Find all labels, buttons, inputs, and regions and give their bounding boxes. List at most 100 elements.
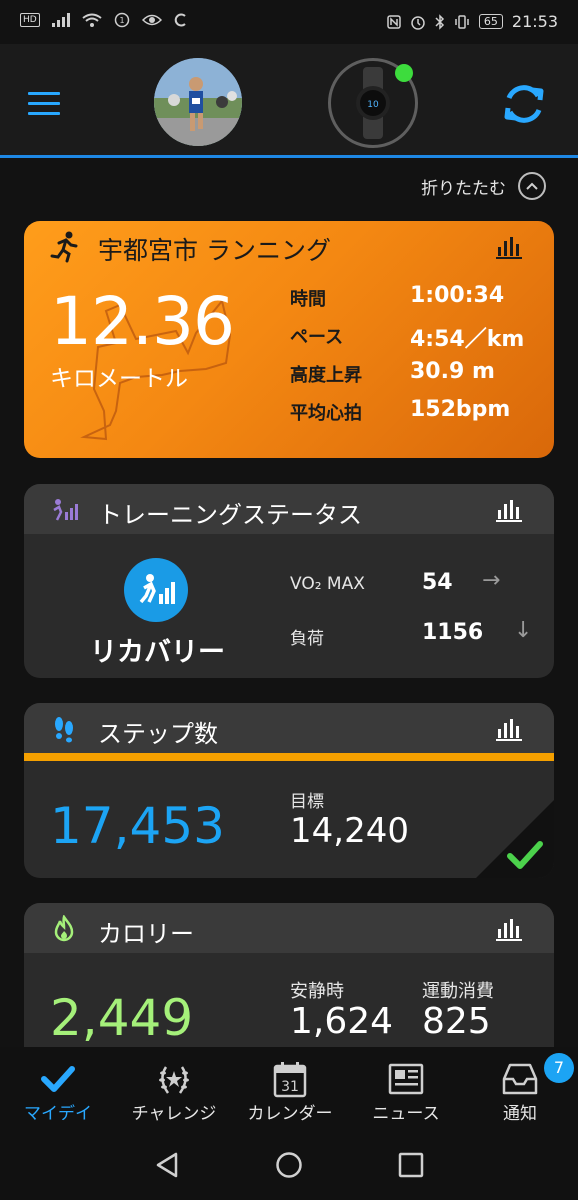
status-bar-right: 65 21:53 <box>387 12 558 31</box>
training-status-label: リカバリー <box>90 637 225 668</box>
collapse-button[interactable]: 折りたたむ <box>421 172 546 200</box>
activity-card-running[interactable]: 宇都宮市 ランニング 12.36 キロメートル 時間 1:00:34 ペース 4… <box>24 221 554 458</box>
menu-button[interactable] <box>28 92 62 116</box>
status-bar-left: HD 1 <box>20 12 188 28</box>
wifi-icon <box>82 13 102 27</box>
notification-badge: 7 <box>544 1053 574 1083</box>
tab-label: 通知 <box>503 1104 537 1124</box>
hamburger-menu-icon <box>28 92 60 95</box>
calendar-icon: 31 <box>273 1062 307 1098</box>
sync-icon <box>504 85 544 123</box>
collapse-label: 折りたたむ <box>421 178 506 199</box>
distance-value: 12.36 <box>50 283 235 360</box>
active-calories-label: 運動消費 <box>422 981 494 1002</box>
battery-indicator: 65 <box>478 14 503 29</box>
resting-calories-label: 安静時 <box>290 981 344 1002</box>
stat-label: ペース <box>290 327 344 348</box>
inbox-icon <box>502 1063 538 1095</box>
stat-value: 152bpm <box>410 397 511 422</box>
stat-elevation: 高度上昇 30.9 m <box>290 359 540 389</box>
arrow-right-icon: → <box>482 568 501 593</box>
svg-text:10: 10 <box>367 100 379 110</box>
card-header: トレーニングステータス <box>24 484 554 534</box>
arrow-down-icon: ↓ <box>514 618 533 643</box>
hd-indicator: HD <box>20 13 40 27</box>
training-status-card[interactable]: トレーニングステータス リカバリー VO₂ MAX 54 → 負荷 1156 ↓ <box>24 484 554 678</box>
stat-label: 時間 <box>290 289 326 310</box>
chart-icon[interactable] <box>496 498 522 522</box>
goal-achieved-check-icon <box>476 800 554 878</box>
tab-calendar[interactable]: 31 カレンダー <box>232 1047 348 1130</box>
data-saver-icon: 1 <box>114 12 129 28</box>
laurel-icon <box>159 1066 189 1094</box>
tab-label: チャレンジ <box>131 1104 217 1124</box>
card-title: トレーニングステータス <box>98 501 362 529</box>
header-divider <box>0 155 578 158</box>
flame-icon <box>54 915 74 942</box>
chart-icon[interactable] <box>496 917 522 941</box>
nfc-icon <box>387 14 401 29</box>
sync-button[interactable] <box>498 78 550 130</box>
tab-my-day[interactable]: マイデイ <box>0 1047 116 1130</box>
vibrate-icon <box>455 14 469 29</box>
card-title: ステップ数 <box>98 720 218 748</box>
vo2max-value: 54 <box>422 570 453 595</box>
tab-label: ニュース <box>372 1104 440 1124</box>
signal-icon <box>51 13 70 27</box>
back-icon[interactable] <box>152 1150 182 1180</box>
load-label: 負荷 <box>290 629 324 649</box>
stat-label: 平均心拍 <box>290 403 362 424</box>
vo2max-label: VO₂ MAX <box>290 574 365 594</box>
chevron-up-icon <box>518 172 546 200</box>
calendar-day: 31 <box>281 1079 299 1095</box>
tab-challenges[interactable]: チャレンジ <box>116 1047 232 1130</box>
active-calories-value: 825 <box>422 1001 491 1042</box>
checkmark-icon <box>41 1066 75 1092</box>
chart-icon[interactable] <box>496 235 522 259</box>
training-status-icon <box>53 499 78 521</box>
calories-total-value: 2,449 <box>50 989 194 1047</box>
stat-pace: ペース 4:54／km <box>290 321 540 352</box>
stat-time: 時間 1:00:34 <box>290 283 540 313</box>
tab-label: カレンダー <box>247 1104 333 1124</box>
tab-label: マイデイ <box>24 1104 92 1124</box>
svg-text:1: 1 <box>119 16 124 25</box>
goal-value: 14,240 <box>290 811 409 851</box>
steps-progress-bar <box>24 753 554 761</box>
newspaper-icon <box>388 1063 424 1095</box>
distance-unit: キロメートル <box>50 366 188 392</box>
footprints-icon <box>55 717 73 743</box>
stat-value: 4:54／km <box>410 327 525 352</box>
chart-icon[interactable] <box>496 717 522 741</box>
resting-calories-value: 1,624 <box>290 1001 394 1042</box>
alarm-icon <box>411 15 425 30</box>
eye-icon <box>141 14 162 26</box>
load-value: 1156 <box>422 620 484 645</box>
c-icon <box>174 13 186 27</box>
recovery-status-icon <box>124 558 188 622</box>
home-icon[interactable] <box>274 1150 304 1180</box>
card-title: カロリー <box>98 920 194 948</box>
steps-card[interactable]: ステップ数 17,453 目標 14,240 <box>24 703 554 878</box>
recents-icon[interactable] <box>396 1150 426 1180</box>
stat-value: 30.9 m <box>410 359 495 384</box>
stat-value: 1:00:34 <box>410 283 505 308</box>
stat-heart-rate: 平均心拍 152bpm <box>290 397 540 427</box>
bottom-navigation: マイデイ チャレンジ 31 カレンダー ニュース 通知 <box>0 1047 578 1130</box>
steps-progress-fill <box>24 753 554 761</box>
connected-status-dot <box>395 64 413 82</box>
stat-label: 高度上昇 <box>290 365 362 386</box>
status-bar: HD 1 65 21:53 <box>0 0 578 44</box>
avatar[interactable] <box>154 58 242 146</box>
tab-news[interactable]: ニュース <box>348 1047 464 1130</box>
bluetooth-icon <box>435 13 444 30</box>
goal-label: 目標 <box>290 792 324 812</box>
system-navigation-bar <box>0 1130 578 1200</box>
runner-photo-image <box>154 58 242 146</box>
app-header: 10 <box>0 44 578 156</box>
clock: 21:53 <box>511 12 558 31</box>
steps-value: 17,453 <box>50 797 225 855</box>
calories-card[interactable]: カロリー 2,449 安静時 1,624 運動消費 825 <box>24 903 554 1063</box>
card-header: カロリー <box>24 903 554 953</box>
running-icon <box>50 231 78 263</box>
